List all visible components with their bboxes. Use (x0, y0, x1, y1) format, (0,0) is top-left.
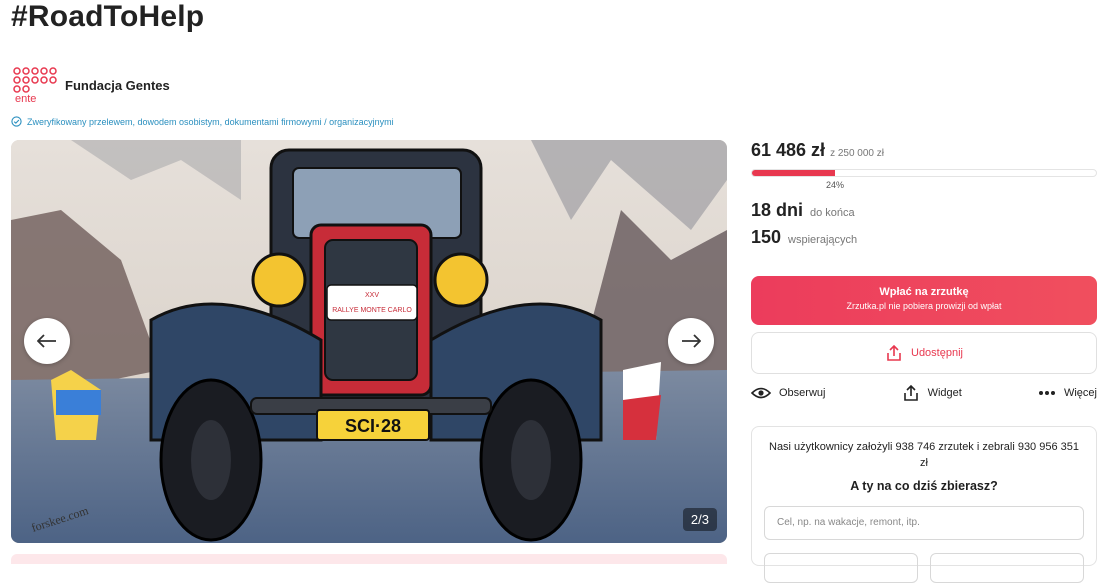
supporters-value: 150 (751, 227, 782, 247)
share-label: Udostępnij (911, 347, 963, 359)
days-left: 18 dni do końca (751, 200, 1097, 221)
progress-fill (752, 170, 835, 176)
promo-question: A ty na co dziś zbierasz? (850, 479, 998, 493)
gallery-counter: 2/3 (682, 508, 717, 531)
raised-row: 61 486 zł z 250 000 zł (751, 140, 1097, 161)
check-circle-icon (11, 116, 22, 127)
more-label: Więcej (1063, 387, 1097, 399)
action-row: Obserwuj Widget Więcej (751, 384, 1097, 402)
supporters-label: wspierających (788, 234, 858, 246)
image-gallery[interactable]: XXV RALLYE MONTE CARLO SCI·28 forskee.co… (11, 140, 727, 543)
organizer-logo[interactable]: ente (11, 66, 59, 105)
watch-label: Obserwuj (779, 387, 826, 399)
eye-icon (751, 387, 771, 399)
progress-percent: 24% (826, 180, 845, 190)
gallery-prev-button[interactable] (24, 318, 70, 364)
donate-sublabel: Zrzutka.pl nie pobiera prowizji od wpłat (846, 301, 1002, 311)
supporters: 150 wspierających (751, 227, 1097, 248)
share-icon (887, 344, 901, 361)
goal-input[interactable]: Cel, np. na wakacje, remont, itp. (764, 506, 1084, 540)
verification-text: Zweryfikowany przelewem, dowodem osobist… (27, 116, 394, 127)
badge-top: XXV (365, 292, 379, 299)
license-plate: SCI·28 (345, 416, 401, 436)
verification-note: Zweryfikowany przelewem, dowodem osobist… (11, 116, 394, 127)
arrow-left-icon (37, 334, 56, 348)
more-button[interactable]: Więcej (1038, 384, 1097, 402)
more-dots-icon (1038, 391, 1055, 395)
content-strip (11, 554, 727, 564)
organizer[interactable]: ente Fundacja Gentes (11, 66, 170, 105)
raised-amount: 61 486 zł (751, 140, 826, 160)
donate-button[interactable]: Wpłać na zrzutkę Zrzutka.pl nie pobiera … (751, 276, 1097, 325)
progress-bar (751, 169, 1097, 177)
promo-option-1[interactable] (764, 553, 918, 583)
goal-amount: z 250 000 zł (830, 148, 884, 159)
logo-text: ente (15, 93, 36, 104)
promo-option-2[interactable] (930, 553, 1084, 583)
upload-icon (903, 384, 918, 401)
days-label: do końca (810, 207, 855, 219)
organizer-name[interactable]: Fundacja Gentes (65, 78, 170, 93)
badge-text: RALLYE MONTE CARLO (332, 307, 412, 314)
gallery-image: XXV RALLYE MONTE CARLO SCI·28 forskee.co… (11, 140, 727, 543)
create-fundraiser-promo: Nasi użytkownicy założyli 938 746 zrzute… (751, 426, 1097, 583)
watch-button[interactable]: Obserwuj (751, 384, 825, 402)
widget-button[interactable]: Widget (902, 384, 962, 402)
page-title: #RoadToHelp (11, 0, 205, 33)
fundraiser-sidebar: 61 486 zł z 250 000 zł 24% 18 dni do koń… (751, 140, 1097, 583)
widget-label: Widget (927, 387, 962, 399)
donate-label: Wpłać na zrzutkę (879, 286, 969, 298)
arrow-right-icon (682, 334, 701, 348)
promo-text: Nasi użytkownicy założyli 938 746 zrzute… (769, 441, 1079, 469)
gallery-next-button[interactable] (668, 318, 714, 364)
share-button[interactable]: Udostępnij (751, 332, 1097, 374)
days-value: 18 dni (751, 200, 804, 220)
